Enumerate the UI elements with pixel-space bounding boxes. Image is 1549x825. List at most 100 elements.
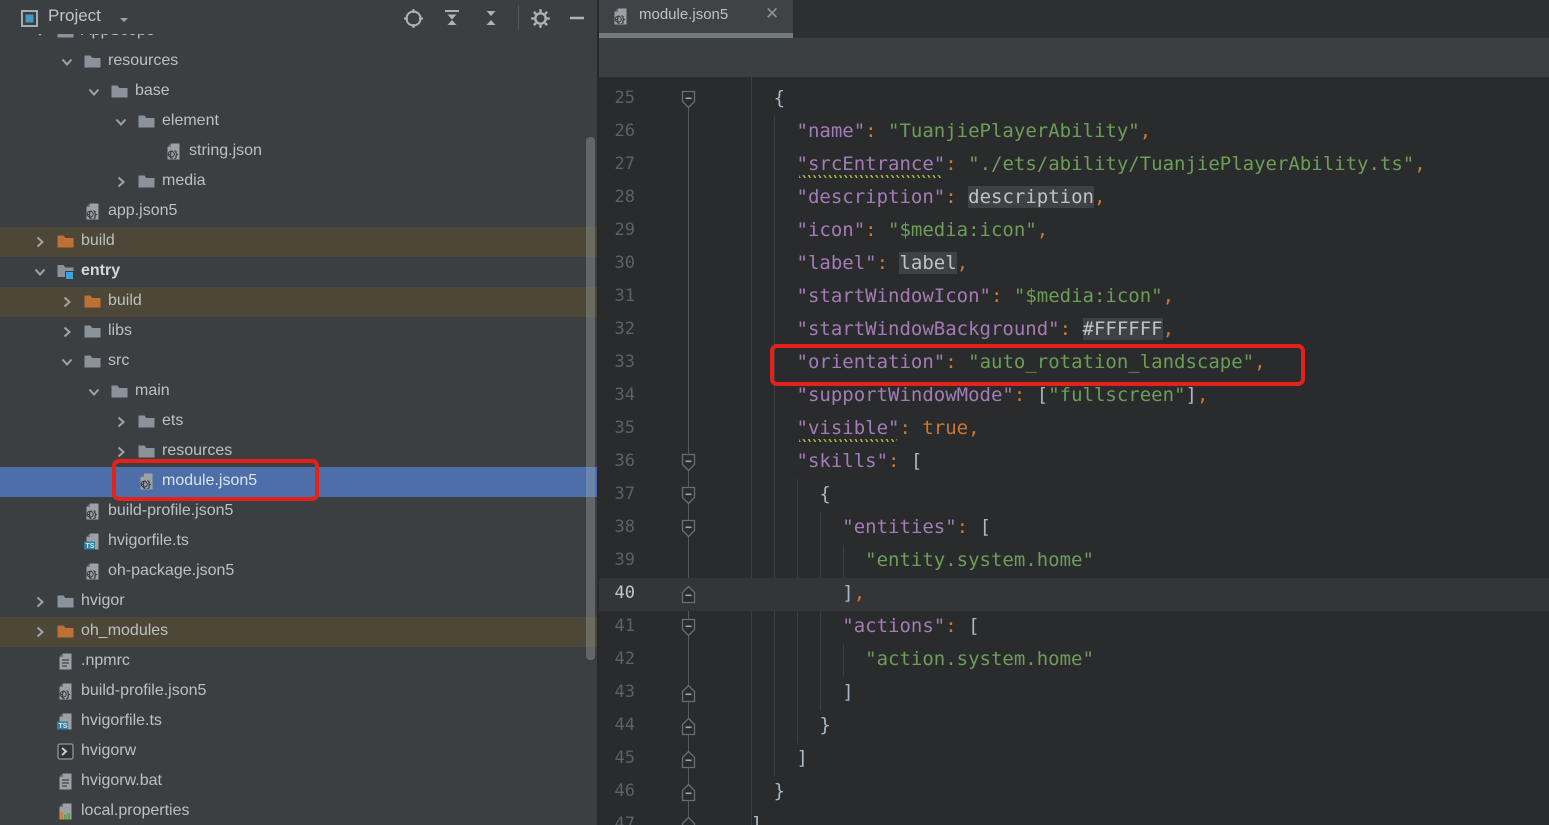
editor-line-30[interactable]: 30 "label": label,	[599, 248, 1549, 281]
chevron-right-icon[interactable]	[113, 174, 129, 190]
chevron-down-icon[interactable]	[86, 384, 102, 400]
folder-build-icon	[56, 232, 75, 251]
tree-item-element[interactable]: element	[0, 107, 597, 137]
tree-item-build-profile-json5[interactable]: {}build-profile.json5	[0, 677, 597, 707]
editor-line-42[interactable]: 42 "action.system.home"	[599, 644, 1549, 677]
editor-line-35[interactable]: 35 "visible": true,	[599, 413, 1549, 446]
tree-item--npmrc[interactable]: .npmrc	[0, 647, 597, 677]
chevron-right-icon[interactable]	[32, 624, 48, 640]
tree-item-app-json5[interactable]: {}app.json5	[0, 197, 597, 227]
tree-item-src[interactable]: src	[0, 347, 597, 377]
tree-item-local-properties[interactable]: local.properties	[0, 797, 597, 825]
editor-line-38[interactable]: 38 "entities": [	[599, 512, 1549, 545]
tree-item-main[interactable]: main	[0, 377, 597, 407]
editor-line-33[interactable]: 33 "orientation": "auto_rotation_landsca…	[599, 347, 1549, 380]
tree-item-hvigorfile-ts[interactable]: TShvigorfile.ts	[0, 707, 597, 737]
collapse-all-icon[interactable]	[480, 7, 502, 29]
code-text: "supportWindowMode": ["fullscreen"],	[705, 384, 1208, 406]
line-number-33: 33	[599, 352, 635, 372]
tree-item-build-profile-json5[interactable]: {}build-profile.json5	[0, 497, 597, 527]
tree-item-oh-modules[interactable]: oh_modules	[0, 617, 597, 647]
chevron-down-icon[interactable]	[59, 354, 75, 370]
chevron-right-icon[interactable]	[59, 294, 75, 310]
chevron-down-icon[interactable]	[59, 54, 75, 70]
tree-item-build[interactable]: build	[0, 287, 597, 317]
editor-line-44[interactable]: 44 }	[599, 710, 1549, 743]
line-number-39: 39	[599, 550, 635, 570]
fold-marker-start-25[interactable]	[680, 90, 697, 109]
editor-line-34[interactable]: 34 "supportWindowMode": ["fullscreen"],	[599, 380, 1549, 413]
fold-marker-start-36[interactable]	[680, 453, 697, 472]
line-number-41: 41	[599, 616, 635, 636]
tree-item-module-json5[interactable]: {}module.json5	[0, 467, 597, 497]
tab-module-json5[interactable]: {} module.json5 ✕	[599, 0, 793, 33]
tree-item-resources[interactable]: resources	[0, 437, 597, 467]
fold-marker-end-46[interactable]	[680, 783, 697, 802]
tree-item-base[interactable]: base	[0, 77, 597, 107]
panel-title[interactable]: Project	[48, 6, 101, 26]
tree-item-entry[interactable]: entry	[0, 257, 597, 287]
editor-line-45[interactable]: 45 ]	[599, 743, 1549, 776]
close-icon[interactable]: ✕	[765, 4, 779, 24]
tree-item-hvigorfile-ts[interactable]: TShvigorfile.ts	[0, 527, 597, 557]
tree-item-ets[interactable]: ets	[0, 407, 597, 437]
chevron-down-icon[interactable]	[113, 114, 129, 130]
tree-item-build[interactable]: build	[0, 227, 597, 257]
fold-marker-end-43[interactable]	[680, 684, 697, 703]
tree-item-hvigorw-bat[interactable]: hvigorw.bat	[0, 767, 597, 797]
tree-item-libs[interactable]: libs	[0, 317, 597, 347]
editor-line-40[interactable]: 40 ],	[599, 578, 1549, 611]
fold-marker-end-40[interactable]	[680, 585, 697, 604]
fold-marker-start-37[interactable]	[680, 486, 697, 505]
fold-marker-start-41[interactable]	[680, 618, 697, 637]
project-view-icon[interactable]	[18, 7, 40, 29]
tree-item-label: oh-package.json5	[108, 562, 234, 580]
tree-item-oh-package-json5[interactable]: {}oh-package.json5	[0, 557, 597, 587]
chevron-right-icon[interactable]	[113, 444, 129, 460]
tree-item-string-json[interactable]: {}string.json	[0, 137, 597, 167]
chevron-right-icon[interactable]	[32, 594, 48, 610]
line-number-34: 34	[599, 385, 635, 405]
fold-marker-start-38[interactable]	[680, 519, 697, 538]
tree-item-hvigor[interactable]: hvigor	[0, 587, 597, 617]
tree-item-media[interactable]: media	[0, 167, 597, 197]
tree-item-label: hvigorw.bat	[81, 772, 162, 790]
breadcrumb-strip	[599, 38, 1549, 77]
locate-icon[interactable]	[402, 7, 424, 29]
editor-line-36[interactable]: 36 "skills": [	[599, 446, 1549, 479]
editor-line-26[interactable]: 26 "name": "TuanjiePlayerAbility",	[599, 116, 1549, 149]
chevron-down-icon[interactable]	[32, 264, 48, 280]
editor-line-28[interactable]: 28 "description": description,	[599, 182, 1549, 215]
tree-item-resources[interactable]: resources	[0, 47, 597, 77]
editor-line-39[interactable]: 39 "entity.system.home"	[599, 545, 1549, 578]
editor-line-27[interactable]: 27 "srcEntrance": "./ets/ability/Tuanjie…	[599, 149, 1549, 182]
editor-line-41[interactable]: 41 "actions": [	[599, 611, 1549, 644]
code-text: "skills": [	[705, 450, 922, 472]
chevron-down-icon[interactable]	[86, 84, 102, 100]
module-icon	[56, 262, 75, 281]
fold-marker-end-47[interactable]	[680, 816, 697, 825]
panel-divider[interactable]	[597, 0, 599, 825]
chevron-right-icon[interactable]	[113, 414, 129, 430]
code-text: "description": description,	[705, 186, 1105, 208]
editor-line-46[interactable]: 46 }	[599, 776, 1549, 809]
tree-item-hvigorw[interactable]: hvigorw	[0, 737, 597, 767]
editor-line-32[interactable]: 32 "startWindowBackground": #FFFFFF,	[599, 314, 1549, 347]
fold-marker-end-44[interactable]	[680, 717, 697, 736]
editor-line-43[interactable]: 43 ]	[599, 677, 1549, 710]
editor-line-31[interactable]: 31 "startWindowIcon": "$media:icon",	[599, 281, 1549, 314]
code-editor[interactable]: 25 {26 "name": "TuanjiePlayerAbility",27…	[599, 77, 1549, 825]
tree-item-label: base	[135, 82, 170, 100]
editor-line-25[interactable]: 25 {	[599, 83, 1549, 116]
expand-all-icon[interactable]	[441, 7, 463, 29]
chevron-right-icon[interactable]	[59, 324, 75, 340]
settings-icon[interactable]	[529, 7, 551, 29]
editor-line-29[interactable]: 29 "icon": "$media:icon",	[599, 215, 1549, 248]
project-tree-scrollbar[interactable]	[586, 137, 595, 660]
chevron-down-icon[interactable]	[113, 9, 135, 31]
chevron-right-icon[interactable]	[32, 234, 48, 250]
editor-line-47[interactable]: 47 ]	[599, 809, 1549, 825]
editor-line-37[interactable]: 37 {	[599, 479, 1549, 512]
fold-marker-end-45[interactable]	[680, 750, 697, 769]
hide-icon[interactable]	[566, 7, 588, 29]
